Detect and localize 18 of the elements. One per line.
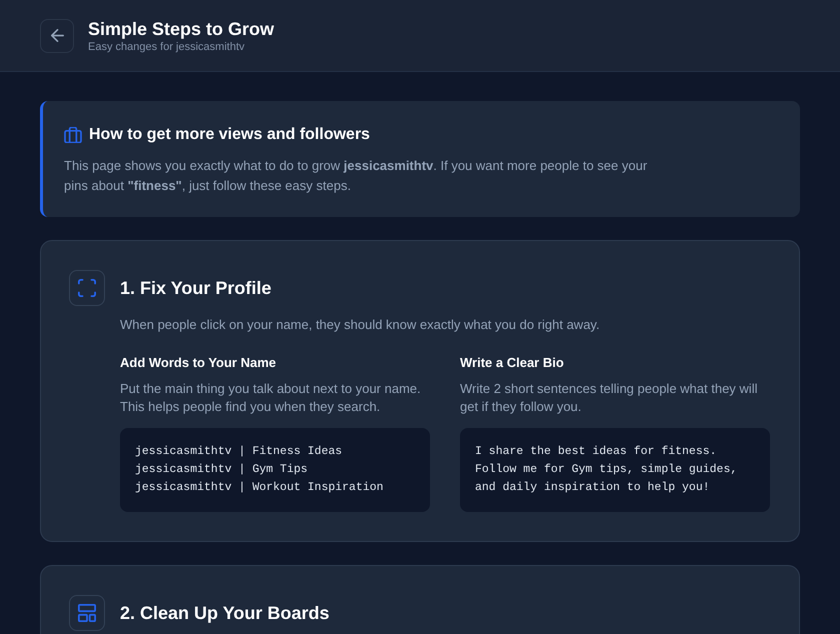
tip-title: Add Words to Your Name (120, 354, 278, 372)
briefcase-icon (64, 127, 82, 143)
code-example: I share the best ideas for fitness. Follow me for Gym tips, simple guides, and daily inspiration to help you! (460, 428, 770, 512)
back-button[interactable] (40, 18, 74, 52)
intro-heading: How to get more views and followers (89, 125, 370, 145)
intro-text: This page shows you exactly what to do to grow jessicasmithtv. If you want more people to see your pins about "fitness", just follow these easy steps. (64, 157, 648, 195)
page-subtitle: Easy changes for jessicasmithtv (88, 40, 246, 54)
layout-icon (69, 595, 105, 631)
tip-title: Write a Clear Bio (460, 354, 565, 372)
scan-icon (69, 270, 105, 306)
step-title: 2. Clean Up Your Boards (120, 602, 330, 625)
tip-text: Write 2 short sentences telling people what they will get if they follow you. (460, 380, 758, 416)
page-title: Simple Steps to Grow (88, 18, 274, 40)
step-title: 1. Fix Your Profile (120, 276, 272, 300)
step-description: When people click on your name, they should know exactly what you do right away. (120, 316, 601, 334)
arrow-left-icon (50, 29, 64, 42)
tip-text: Put the main thing you talk about next to your name. This helps people find you when they search. (120, 380, 422, 416)
code-example: jessicasmithtv | Fitness Ideas jessicasmithtv | Gym Tips jessicasmithtv | Workout Inspiration (120, 428, 430, 512)
